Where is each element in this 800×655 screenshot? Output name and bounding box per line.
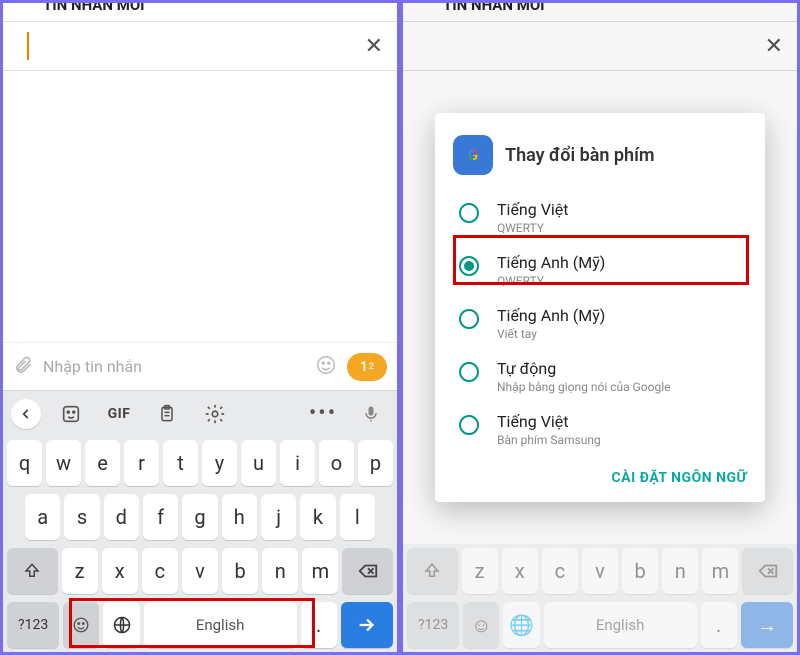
- radio-icon: [459, 362, 479, 382]
- dialog-header: G Thay đổi bàn phím: [453, 135, 747, 175]
- enter-key[interactable]: [341, 602, 393, 648]
- key-w[interactable]: w: [46, 440, 81, 486]
- period-key[interactable]: .: [301, 602, 337, 648]
- mic-icon[interactable]: [353, 396, 389, 432]
- key-f[interactable]: f: [143, 494, 178, 540]
- key-row-1: q w e r t y u i o p: [3, 436, 397, 490]
- key-row-3: z x c v b n m: [3, 544, 397, 598]
- radio-icon: [459, 309, 479, 329]
- key-k[interactable]: k: [300, 494, 335, 540]
- key-l[interactable]: l: [340, 494, 375, 540]
- keyboard-switch-dialog: G Thay đổi bàn phím Tiếng Việt QWERTY Ti…: [435, 113, 765, 502]
- option-main: Tiếng Anh (Mỹ): [497, 306, 605, 325]
- key-r[interactable]: r: [124, 440, 159, 486]
- key-h[interactable]: h: [222, 494, 257, 540]
- key-s[interactable]: s: [64, 494, 99, 540]
- space-key[interactable]: English: [144, 602, 297, 648]
- sim-number-2: 2: [369, 362, 374, 372]
- radio-icon-selected: [459, 256, 479, 276]
- key-y[interactable]: y: [202, 440, 237, 486]
- sticker-icon[interactable]: [53, 396, 89, 432]
- attach-icon[interactable]: [13, 355, 33, 379]
- option-vietnamese-samsung[interactable]: Tiếng Việt Bàn phím Samsung: [453, 403, 747, 456]
- key-row-2: a s d f g h j k l: [3, 490, 397, 544]
- key-p[interactable]: p: [358, 440, 393, 486]
- backspace-key[interactable]: [342, 548, 393, 594]
- key-t[interactable]: t: [163, 440, 198, 486]
- key-a[interactable]: a: [25, 494, 60, 540]
- key-j[interactable]: j: [261, 494, 296, 540]
- option-main: Tự động: [497, 359, 671, 378]
- key-u[interactable]: u: [241, 440, 276, 486]
- phone-left: TIN NHAN MOI ✕ Nhập tin nhắn 12 GIF •••: [3, 3, 397, 652]
- sim-number: 1: [360, 359, 368, 375]
- option-main: Tiếng Anh (Mỹ): [497, 253, 605, 272]
- option-main: Tiếng Việt: [497, 200, 569, 219]
- emoji-icon[interactable]: [315, 354, 337, 380]
- dialog-overlay: G Thay đổi bàn phím Tiếng Việt QWERTY Ti…: [403, 3, 797, 652]
- option-main: Tiếng Việt: [497, 412, 601, 431]
- key-b[interactable]: b: [222, 548, 258, 594]
- text-cursor: [27, 32, 29, 60]
- option-auto-voice[interactable]: Tự động Nhập bằng giọng nói của Google: [453, 350, 747, 403]
- option-sub: QWERTY: [497, 274, 605, 288]
- radio-icon: [459, 203, 479, 223]
- send-button[interactable]: 12: [347, 353, 387, 381]
- input-row: Nhập tin nhắn 12: [3, 342, 397, 390]
- option-english-us-qwerty[interactable]: Tiếng Anh (Mỹ) QWERTY: [453, 244, 747, 297]
- kb-toolbar: GIF •••: [3, 390, 397, 436]
- screen-title: TIN NHAN MOI: [3, 3, 397, 21]
- key-c[interactable]: c: [142, 548, 178, 594]
- option-sub: Viết tay: [497, 327, 605, 341]
- key-row-bottom: ?123 English .: [3, 598, 397, 652]
- emoji-key[interactable]: [63, 602, 99, 648]
- gif-button[interactable]: GIF: [101, 396, 137, 432]
- key-z[interactable]: z: [62, 548, 98, 594]
- input-placeholder[interactable]: Nhập tin nhắn: [43, 357, 305, 376]
- symbols-key[interactable]: ?123: [7, 602, 59, 648]
- keyboard: GIF ••• q w e r t y u i o p a s d f g h …: [3, 390, 397, 652]
- option-sub: Bàn phím Samsung: [497, 433, 601, 447]
- key-q[interactable]: q: [7, 440, 42, 486]
- clipboard-icon[interactable]: [149, 396, 185, 432]
- compose-bar[interactable]: ✕: [3, 21, 397, 71]
- dialog-title: Thay đổi bàn phím: [505, 145, 655, 166]
- key-g[interactable]: g: [182, 494, 217, 540]
- chevron-left-icon[interactable]: [11, 399, 41, 429]
- gear-icon[interactable]: [197, 396, 233, 432]
- close-icon[interactable]: ✕: [365, 34, 383, 59]
- key-d[interactable]: d: [104, 494, 139, 540]
- key-i[interactable]: i: [280, 440, 315, 486]
- key-m[interactable]: m: [302, 548, 338, 594]
- radio-icon: [459, 415, 479, 435]
- option-sub: QWERTY: [497, 221, 569, 235]
- language-key[interactable]: [103, 602, 139, 648]
- more-icon[interactable]: •••: [305, 396, 341, 432]
- phone-right: TIN NHAN MOI ✕ z x c v b n m ?123 ☺ 🌐 En…: [403, 3, 797, 652]
- option-vietnamese-qwerty[interactable]: Tiếng Việt QWERTY: [453, 191, 747, 244]
- key-n[interactable]: n: [262, 548, 298, 594]
- key-e[interactable]: e: [85, 440, 120, 486]
- language-settings-button[interactable]: CÀI ĐẶT NGÔN NGỮ: [453, 470, 747, 486]
- shift-key[interactable]: [7, 548, 58, 594]
- key-o[interactable]: o: [319, 440, 354, 486]
- gboard-icon: G: [453, 135, 493, 175]
- key-v[interactable]: v: [182, 548, 218, 594]
- message-area: [3, 71, 397, 342]
- key-x[interactable]: x: [102, 548, 138, 594]
- option-english-us-handwriting[interactable]: Tiếng Anh (Mỹ) Viết tay: [453, 297, 747, 350]
- option-sub: Nhập bằng giọng nói của Google: [497, 380, 671, 394]
